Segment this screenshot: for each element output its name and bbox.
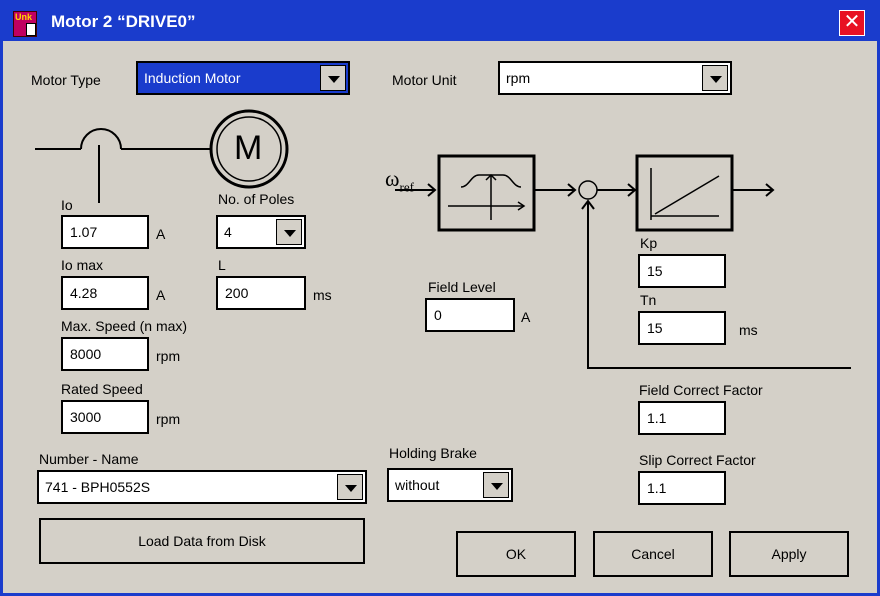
slip-correct-label: Slip Correct Factor xyxy=(639,452,756,468)
io-max-unit: A xyxy=(156,287,166,303)
inductance-label: L xyxy=(218,257,226,273)
kp-field[interactable]: 15 xyxy=(638,254,726,288)
inductance-unit: ms xyxy=(313,287,332,303)
rated-speed-field[interactable]: 3000 xyxy=(61,400,149,434)
io-label: Io xyxy=(61,197,73,213)
field-level-unit: A xyxy=(521,309,531,325)
cancel-button[interactable]: Cancel xyxy=(593,531,713,577)
chevron-down-icon[interactable] xyxy=(276,219,302,245)
max-speed-field[interactable]: 8000 xyxy=(61,337,149,371)
chevron-down-icon[interactable] xyxy=(483,472,509,498)
chevron-down-icon[interactable] xyxy=(337,474,363,500)
holding-brake-value: without xyxy=(395,477,440,493)
rated-speed-label: Rated Speed xyxy=(61,381,143,397)
max-speed-unit: rpm xyxy=(156,348,181,364)
motor-dialog: Unk Motor 2 “DRIVE0” ✕ Motor Type Induct… xyxy=(0,0,880,596)
number-name-label: Number - Name xyxy=(39,451,139,467)
number-name-select[interactable]: 741 - BPH0552S xyxy=(37,470,367,504)
rated-speed-unit: rpm xyxy=(156,411,181,427)
apply-button[interactable]: Apply xyxy=(729,531,849,577)
tn-field[interactable]: 15 xyxy=(638,311,726,345)
io-max-field[interactable]: 4.28 xyxy=(61,276,149,310)
io-max-label: Io max xyxy=(61,257,104,273)
field-correct-label: Field Correct Factor xyxy=(639,382,763,398)
field-correct-field[interactable]: 1.1 xyxy=(638,401,726,435)
number-name-value: 741 - BPH0552S xyxy=(45,479,151,495)
motor-symbol: M xyxy=(234,129,263,167)
holding-brake-select[interactable]: without xyxy=(387,468,513,502)
field-level-label: Field Level xyxy=(428,279,496,295)
omega-ref-symbol: ωref xyxy=(385,166,414,195)
tn-unit: ms xyxy=(739,322,758,338)
tn-label: Tn xyxy=(640,292,657,308)
load-data-button[interactable]: Load Data from Disk xyxy=(39,518,365,564)
ok-button[interactable]: OK xyxy=(456,531,576,577)
field-level-field[interactable]: 0 xyxy=(425,298,515,332)
slip-correct-field[interactable]: 1.1 xyxy=(638,471,726,505)
io-field[interactable]: 1.07 xyxy=(61,215,149,249)
poles-value: 4 xyxy=(224,224,232,240)
max-speed-label: Max. Speed (n max) xyxy=(61,318,188,334)
inductance-field[interactable]: 200 xyxy=(216,276,306,310)
kp-label: Kp xyxy=(640,235,658,251)
poles-label: No. of Poles xyxy=(218,191,295,207)
poles-select[interactable]: 4 xyxy=(216,215,306,249)
io-unit: A xyxy=(156,226,166,242)
holding-brake-label: Holding Brake xyxy=(389,445,477,461)
